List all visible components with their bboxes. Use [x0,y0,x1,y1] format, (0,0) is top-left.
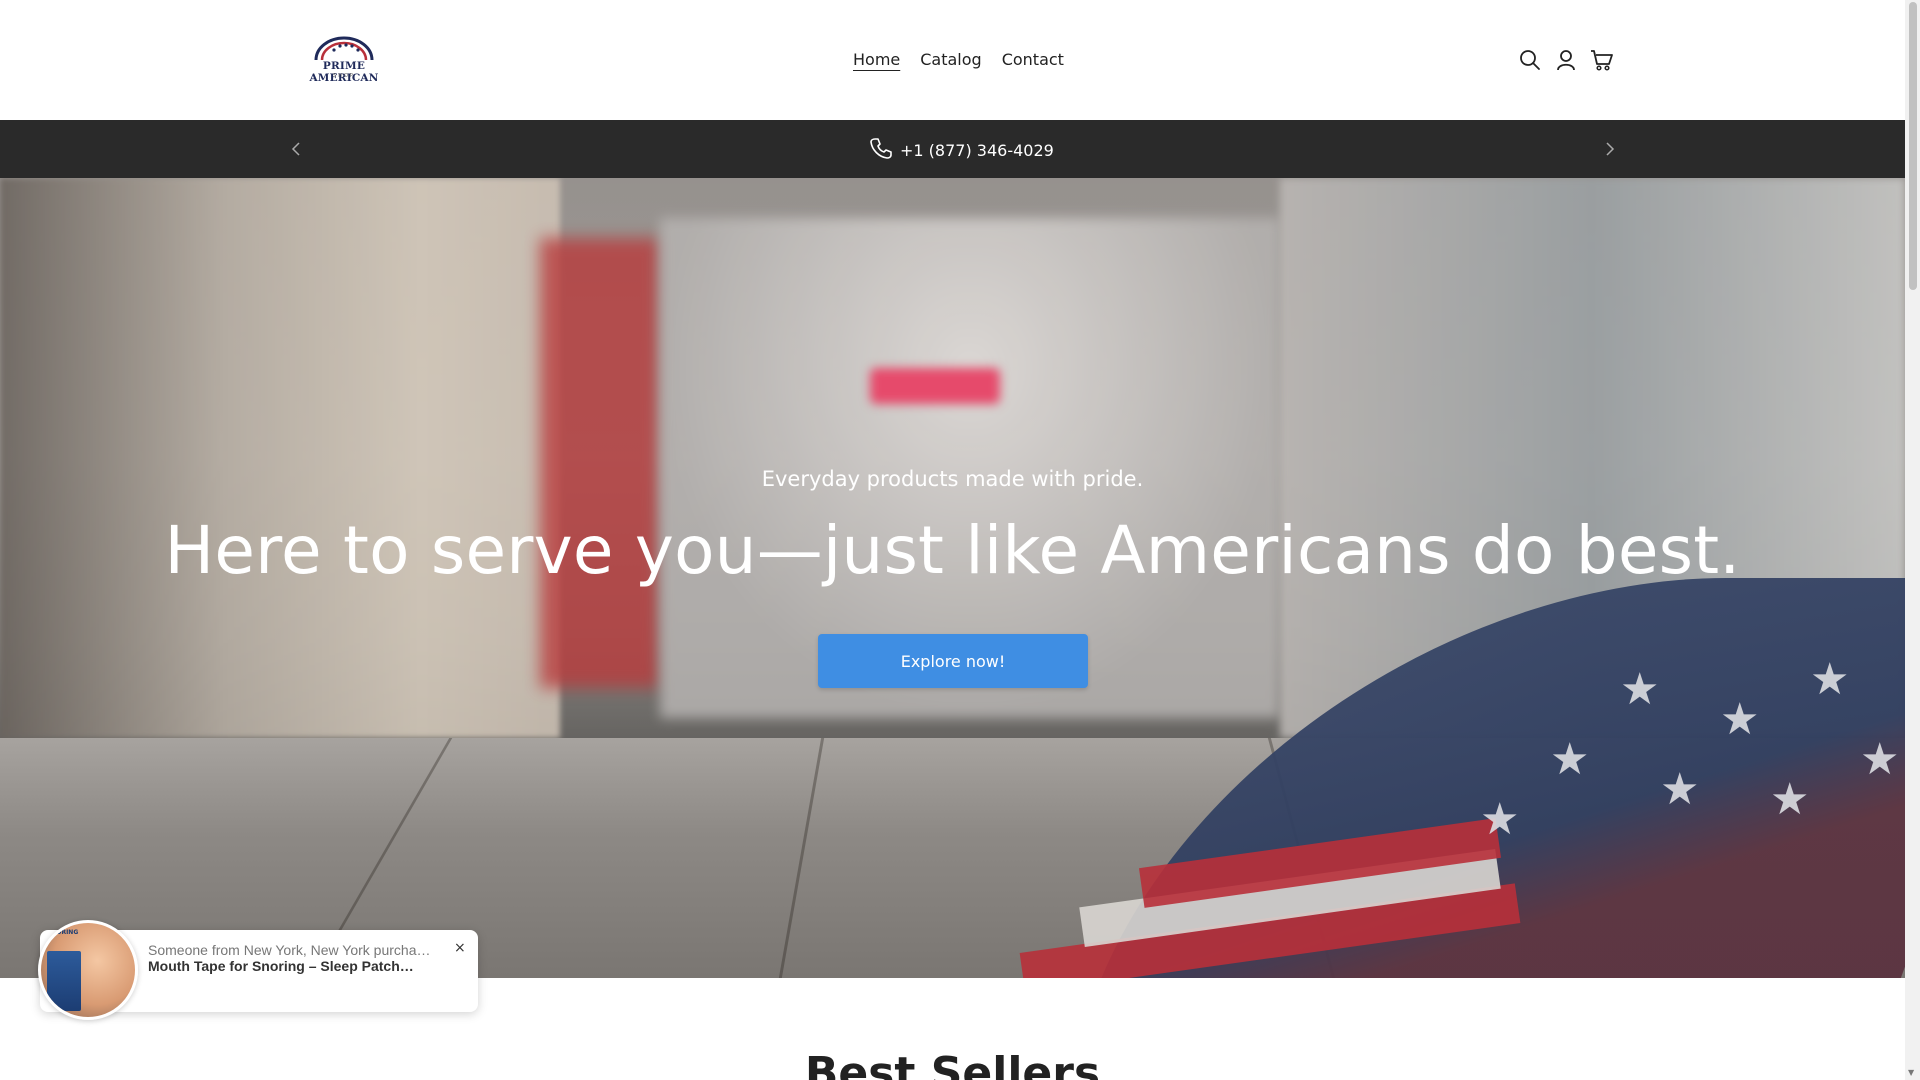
thumbnail-label: SNORING [47,929,79,936]
recent-purchase-popup[interactable]: SNORING Someone from New York, New York … [38,920,478,1020]
announcement-prev-arrow[interactable] [287,139,307,159]
product-box-image [47,951,81,1011]
hero-headline: Here to serve you—just like Americans do… [164,512,1741,589]
page-scrollbar[interactable]: ▼ [1905,0,1920,1080]
product-thumbnail[interactable]: SNORING [38,920,138,1020]
hero-kicker: Everyday products made with pride. [761,467,1144,491]
cart-icon[interactable] [1590,46,1614,74]
site-header: PRIME AMERICAN SHOP Home Catalog Contact [0,0,1905,120]
scroll-down-arrow-icon[interactable]: ▼ [1908,1068,1914,1077]
store-logo[interactable]: PRIME AMERICAN SHOP [292,34,396,84]
nav-catalog[interactable]: Catalog [920,48,981,72]
scrollbar-thumb[interactable] [1909,2,1917,290]
logo-subtext: SHOP [333,73,355,79]
popup-purchase-text: Someone from New York, New York purcha… [148,942,431,958]
phone-number: +1 (877) 346-4029 [900,140,1054,160]
hero-banner: ★ ★ ★ ★ ★ ★ ★ ★ Everyday products made w… [0,178,1905,978]
logo-text: PRIME AMERICAN [309,60,379,84]
nav-contact[interactable]: Contact [1002,48,1064,72]
announcement-phone[interactable]: +1 (877) 346-4029 [870,137,1054,163]
phone-icon [870,137,892,163]
announcement-next-arrow[interactable] [1599,139,1619,159]
best-sellers-title: Best Sellers [804,1048,1101,1080]
popup-product-name[interactable]: Mouth Tape for Snoring – Sleep Patch… [148,958,414,974]
header-icons [1518,46,1614,74]
search-icon[interactable] [1518,46,1542,74]
explore-now-button[interactable]: Explore now! [818,634,1088,688]
logo-arch-icon [314,36,374,61]
account-icon[interactable] [1554,46,1578,74]
nav-home[interactable]: Home [853,48,900,72]
close-icon[interactable]: × [454,940,466,956]
hero-content: Everyday products made with pride. Here … [0,178,1905,978]
announcement-bar: +1 (877) 346-4029 [0,120,1905,178]
main-nav: Home Catalog Contact [853,48,1064,72]
